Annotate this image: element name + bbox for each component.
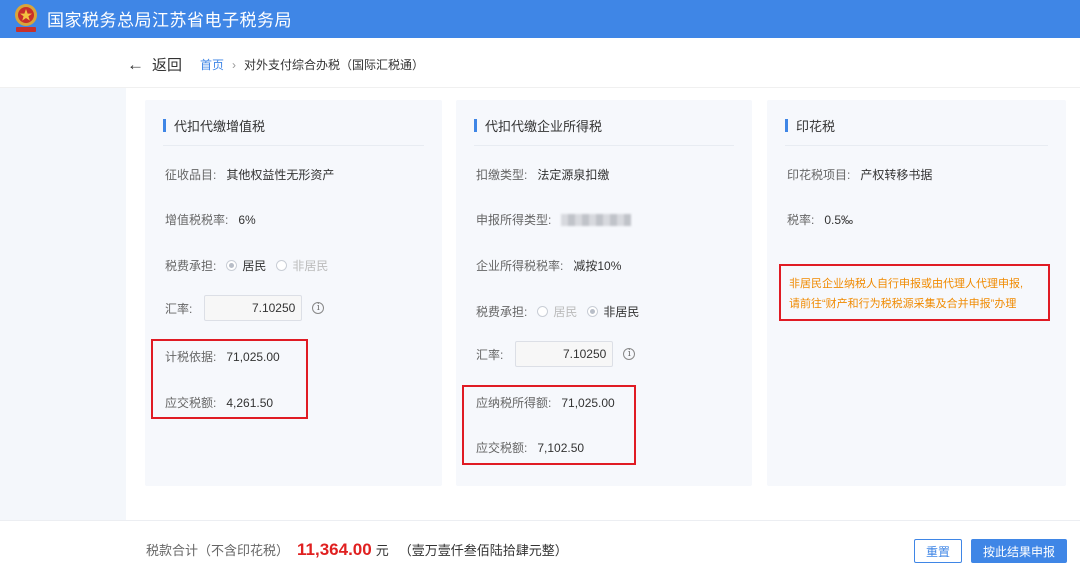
info-icon[interactable]: i	[623, 348, 636, 360]
cit-type-field: 扣缴类型: 法定源泉扣缴	[476, 166, 609, 183]
cit-income-type-label: 申报所得类型:	[476, 213, 552, 227]
vat-bearer-resident-radio[interactable]: 居民	[226, 257, 266, 274]
vat-card-title: 代扣代缴增值税	[163, 116, 265, 135]
submit-declaration-button[interactable]: 按此结果申报	[971, 539, 1067, 563]
stamp-rate-value: 0.5‰	[824, 212, 854, 227]
info-icon[interactable]: i	[312, 302, 325, 314]
stamp-item-value: 产权转移书据	[860, 168, 933, 182]
radio-label: 非居民	[603, 305, 640, 319]
cit-type-value: 法定源泉扣缴	[537, 168, 610, 182]
back-label: 返回	[152, 57, 183, 74]
cit-title-text: 代扣代缴企业所得税	[485, 119, 603, 134]
stamp-title-text: 印花税	[796, 119, 836, 134]
stamp-item-label: 印花税项目:	[787, 168, 851, 182]
reset-button[interactable]: 重置	[914, 539, 962, 563]
redacted-value	[561, 213, 632, 226]
total-in-words: （壹万壹仟叁佰陆拾肆元整）	[398, 543, 568, 558]
cit-bearer-label: 税费承担:	[476, 305, 528, 319]
cit-fx-field: 汇率: 7.10250 i	[476, 341, 636, 367]
divider	[785, 145, 1048, 146]
divider	[163, 145, 424, 146]
cit-fx-label: 汇率:	[476, 347, 504, 362]
total-unit: 元	[375, 543, 389, 558]
vat-item-label: 征收品目:	[165, 168, 217, 182]
stamp-rate-field: 税率: 0.5‰	[787, 211, 853, 228]
stamp-card-title: 印花税	[785, 116, 835, 135]
cit-rate-value: 减按10%	[573, 259, 622, 273]
cit-bearer-field: 税费承担: 居民 非居民	[476, 303, 639, 320]
radio-dot	[226, 260, 238, 271]
breadcrumb-separator: ›	[232, 57, 237, 72]
vat-bearer-field: 税费承担: 居民 非居民	[165, 257, 328, 274]
divider	[474, 145, 734, 146]
vat-fx-field: 汇率: 7.10250 i	[165, 295, 325, 321]
vat-rate-field: 增值税税率: 6%	[165, 211, 256, 228]
vat-rate-value: 6%	[238, 212, 256, 227]
radio-label: 非居民	[292, 259, 329, 273]
radio-dot	[276, 260, 288, 271]
radio-label: 居民	[242, 259, 267, 273]
cit-bearer-resident-radio[interactable]: 居民	[537, 303, 577, 320]
back-button[interactable]: ← 返回	[127, 54, 182, 75]
title-bar-marker	[474, 119, 477, 132]
cit-type-label: 扣缴类型:	[476, 168, 528, 182]
arrow-left-icon: ←	[127, 54, 144, 74]
vat-item-value: 其他权益性无形资产	[226, 168, 335, 182]
cit-card-title: 代扣代缴企业所得税	[474, 116, 602, 135]
vat-card: 代扣代缴增值税 征收品目: 其他权益性无形资产 增值税税率: 6% 税费承担: …	[145, 100, 442, 486]
vat-bearer-nonresident-radio[interactable]: 非居民	[276, 257, 328, 274]
total-amount: 11,364.00	[297, 540, 372, 559]
vat-fx-label: 汇率:	[165, 301, 193, 316]
tax-emblem-icon	[15, 4, 37, 32]
vat-fx-input[interactable]: 7.10250	[204, 295, 303, 321]
stamp-rate-label: 税率:	[787, 213, 815, 227]
vat-rate-label: 增值税税率:	[165, 213, 229, 227]
breadcrumb-current: 对外支付综合办税（国际汇税通）	[244, 58, 425, 72]
cit-rate-field: 企业所得税税率: 减按10%	[476, 257, 621, 274]
title-bar-marker	[163, 119, 166, 132]
stamp-item-field: 印花税项目: 产权转移书据	[787, 166, 932, 183]
cit-fx-input[interactable]: 7.10250	[515, 341, 614, 367]
vat-title-text: 代扣代缴增值税	[174, 119, 266, 134]
highlight-box-cit-result	[462, 385, 636, 465]
radio-dot	[537, 306, 549, 317]
breadcrumb-home-link[interactable]: 首页	[200, 56, 224, 73]
vat-bearer-label: 税费承担:	[165, 259, 217, 273]
cit-income-type-field: 申报所得类型:	[476, 211, 632, 228]
highlight-box-vat-result	[151, 339, 308, 419]
tax-total: 税款合计（不含印花税） 11,364.00 元 （壹万壹仟叁佰陆拾肆元整）	[146, 540, 568, 560]
site-title: 国家税务总局江苏省电子税务局	[47, 11, 292, 30]
left-gutter	[0, 88, 126, 520]
nav-row: ← 返回 首页 › 对外支付综合办税（国际汇税通）	[0, 38, 1080, 88]
total-label: 税款合计（不含印花税）	[146, 543, 290, 558]
radio-dot	[587, 306, 599, 317]
radio-label: 居民	[553, 305, 578, 319]
vat-item-field: 征收品目: 其他权益性无形资产	[165, 166, 334, 183]
top-bar: 国家税务总局江苏省电子税务局	[0, 0, 1080, 38]
cit-bearer-nonresident-radio[interactable]: 非居民	[587, 303, 639, 320]
breadcrumb: 首页 › 对外支付综合办税（国际汇税通）	[200, 56, 424, 73]
cit-rate-label: 企业所得税税率:	[476, 259, 564, 273]
highlight-box-notice	[779, 264, 1050, 321]
title-bar-marker	[785, 119, 788, 132]
